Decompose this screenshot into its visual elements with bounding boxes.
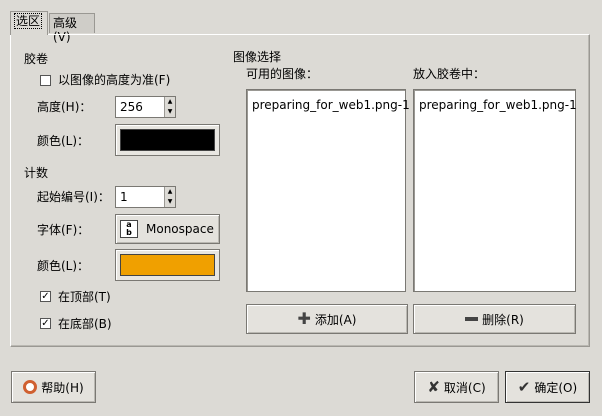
height-value[interactable]: 256 (116, 97, 164, 117)
ok-button[interactable]: ✔ 确定(O) (505, 371, 590, 403)
film-color-label: 颜色(L)： (37, 134, 90, 148)
numbering-section-title: 计数 (24, 166, 49, 180)
fit-height-label[interactable]: 以图像的高度为准(F) (58, 73, 170, 87)
tab-selection[interactable]: 选区 (10, 11, 48, 35)
height-spinner[interactable]: 256 ▲ ▼ (115, 96, 176, 118)
at-bottom-label[interactable]: 在底部(B) (58, 317, 112, 331)
font-label: 字体(F)： (37, 223, 90, 237)
on-film-label: 放入胶卷中： (413, 67, 486, 81)
film-color-button[interactable] (115, 124, 220, 156)
on-film-list[interactable]: preparing_for_web1.png-1 (413, 89, 577, 292)
start-index-value[interactable]: 1 (116, 187, 164, 207)
start-index-label: 起始编号(I)： (37, 190, 110, 204)
spin-up-icon[interactable]: ▲ (165, 97, 175, 107)
cancel-button[interactable]: ✘ 取消(C) (414, 371, 499, 403)
minus-icon (465, 317, 479, 321)
spin-down-icon[interactable]: ▼ (165, 197, 175, 207)
font-icon: ab (120, 220, 138, 238)
ok-button-label: 确定(O) (534, 380, 578, 395)
tab-selection-label: 选区 (14, 13, 43, 29)
font-button[interactable]: ab Monospace (115, 214, 220, 244)
lifebuoy-icon (23, 380, 38, 394)
film-section-title: 胶卷 (24, 52, 49, 66)
remove-button-label: 删除(R) (482, 312, 524, 327)
numbering-color-button[interactable] (115, 249, 220, 281)
spin-up-icon[interactable]: ▲ (165, 187, 175, 197)
list-item[interactable]: preparing_for_web1.png-1 (247, 90, 410, 112)
add-button-label: 添加(A) (314, 312, 357, 327)
start-index-spinner-arrows[interactable]: ▲ ▼ (164, 187, 175, 207)
available-images-list[interactable]: preparing_for_web1.png-1 (246, 89, 410, 292)
remove-button[interactable]: 删除(R) (413, 304, 576, 334)
tab-advanced[interactable]: 高级(V) (49, 13, 95, 44)
list-item[interactable]: preparing_for_web1.png-1 (414, 90, 577, 112)
at-top-checkbox[interactable]: ✓ (40, 291, 51, 302)
add-button[interactable]: ✚ 添加(A) (246, 304, 408, 334)
film-color-swatch (120, 129, 215, 151)
numbering-color-swatch (120, 254, 215, 276)
filmstrip-dialog: { "tabs": [ {"label": "选区", "active": tr… (0, 0, 602, 416)
height-spinner-arrows[interactable]: ▲ ▼ (164, 97, 175, 117)
height-label: 高度(H)： (37, 100, 92, 114)
plus-icon: ✚ (297, 309, 311, 328)
x-icon: ✘ (427, 378, 440, 396)
start-index-spinner[interactable]: 1 ▲ ▼ (115, 186, 176, 208)
at-bottom-checkbox[interactable]: ✓ (40, 318, 51, 329)
fit-height-checkbox[interactable] (40, 75, 51, 86)
help-button[interactable]: 帮助(H) (11, 371, 96, 403)
at-top-label[interactable]: 在顶部(T) (58, 290, 111, 304)
image-selection-title: 图像选择 (233, 50, 282, 64)
checkmark-icon: ✔ (517, 378, 531, 396)
font-name: Monospace (146, 222, 214, 236)
available-images-label: 可用的图像： (246, 67, 319, 81)
help-button-label: 帮助(H) (41, 380, 84, 395)
numbering-color-label: 颜色(L)： (37, 259, 90, 273)
cancel-button-label: 取消(C) (443, 380, 486, 395)
spin-down-icon[interactable]: ▼ (165, 107, 175, 117)
